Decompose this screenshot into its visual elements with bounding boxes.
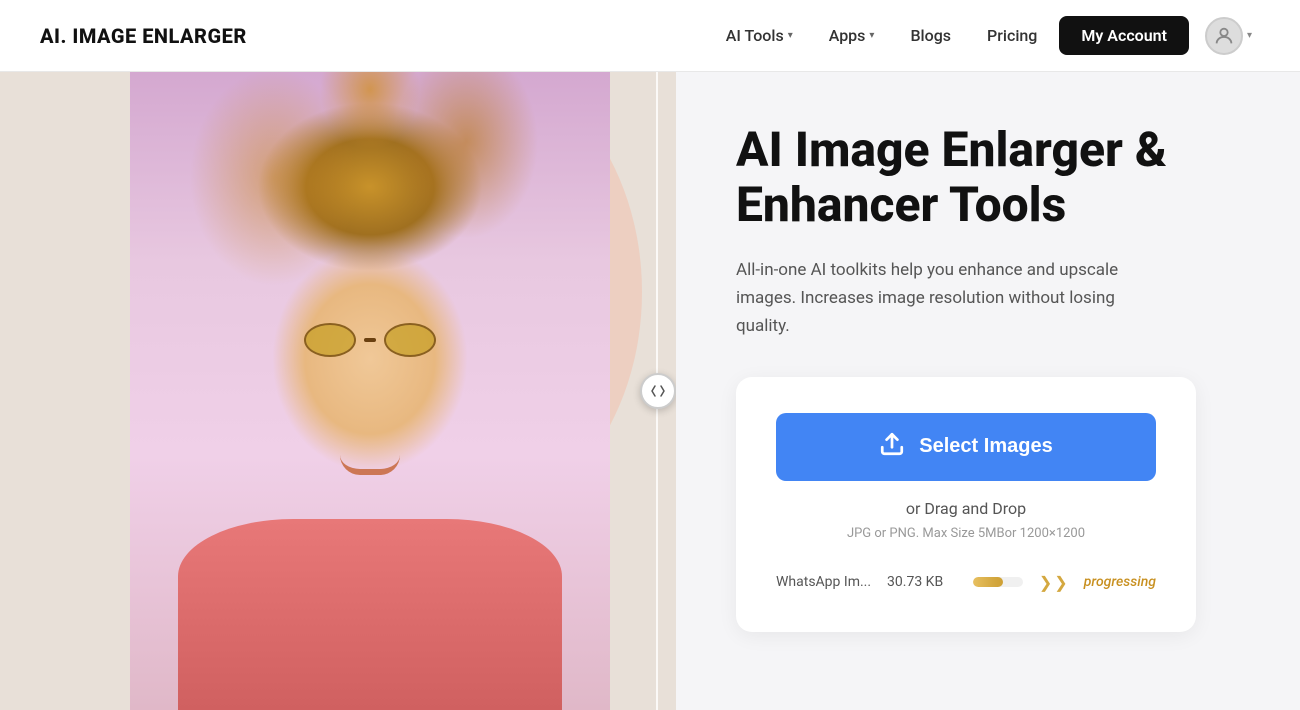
- upload-box: Select Images or Drag and Drop JPG or PN…: [736, 377, 1196, 632]
- file-hint-text: JPG or PNG. Max Size 5MBor 1200×1200: [776, 526, 1156, 541]
- photo-background: [130, 72, 610, 710]
- file-name: WhatsApp Im...: [776, 574, 871, 590]
- photo-container: [130, 72, 610, 710]
- nav: AI Tools ▾ Apps ▾ Blogs Pricing My Accou…: [712, 11, 1260, 61]
- hair-overlay: [130, 72, 610, 423]
- image-comparison-section: [0, 72, 676, 710]
- file-size: 30.73 KB: [887, 574, 957, 590]
- select-images-label: Select Images: [919, 435, 1052, 458]
- shirt: [178, 519, 562, 710]
- avatar-button[interactable]: ▾: [1197, 11, 1260, 61]
- nav-label-pricing: Pricing: [987, 26, 1037, 45]
- upload-icon: [879, 431, 905, 463]
- nav-item-apps[interactable]: Apps ▾: [815, 18, 889, 53]
- chevron-right-icon: ❯: [1039, 573, 1052, 592]
- left-lens: [304, 323, 356, 357]
- nav-label-blogs: Blogs: [910, 26, 951, 45]
- chevron-down-icon: ▾: [869, 30, 874, 41]
- right-lens: [384, 323, 436, 357]
- progress-chevrons: ❯ ❯: [1039, 573, 1068, 592]
- avatar-icon: [1205, 17, 1243, 55]
- bridge: [364, 338, 376, 342]
- nav-label-apps: Apps: [829, 26, 866, 45]
- select-images-button[interactable]: Select Images: [776, 413, 1156, 481]
- nav-item-pricing[interactable]: Pricing: [973, 18, 1051, 53]
- header: AI. IMAGE ENLARGER AI Tools ▾ Apps ▾ Blo…: [0, 0, 1300, 72]
- my-account-button[interactable]: My Account: [1059, 16, 1189, 55]
- progress-track: [973, 577, 1023, 587]
- nav-label-ai-tools: AI Tools: [726, 26, 784, 45]
- avatar-chevron-icon: ▾: [1247, 30, 1252, 41]
- chevron-down-icon: ▾: [788, 30, 793, 41]
- drag-drop-text: or Drag and Drop: [776, 499, 1156, 518]
- main-content: AI Image Enlarger & Enhancer Tools All-i…: [0, 72, 1300, 710]
- progress-status-label: progressing: [1084, 574, 1156, 590]
- logo: AI. IMAGE ENLARGER: [40, 24, 247, 48]
- progress-item: WhatsApp Im... 30.73 KB ❯ ❯ progressing: [776, 561, 1156, 596]
- hero-description: All-in-one AI toolkits help you enhance …: [736, 256, 1156, 340]
- hero-title: AI Image Enlarger & Enhancer Tools: [736, 122, 1240, 232]
- nav-item-blogs[interactable]: Blogs: [896, 18, 965, 53]
- sunglasses: [304, 323, 436, 357]
- progress-fill: [973, 577, 1003, 587]
- my-account-label: My Account: [1081, 26, 1167, 45]
- comparison-divider-handle[interactable]: [640, 373, 676, 409]
- chevron-right-icon-2: ❯: [1054, 573, 1067, 592]
- nav-item-ai-tools[interactable]: AI Tools ▾: [712, 18, 807, 53]
- content-section: AI Image Enlarger & Enhancer Tools All-i…: [676, 72, 1300, 710]
